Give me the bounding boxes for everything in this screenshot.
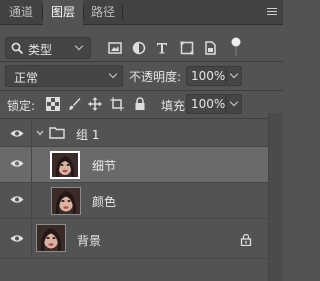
- layer-thumbnail: [51, 187, 81, 215]
- layers-scrollbar[interactable]: [268, 113, 283, 281]
- lock-icon[interactable]: [240, 233, 252, 246]
- lock-image-icon[interactable]: [67, 97, 81, 111]
- filter-toggle-icon[interactable]: [230, 36, 242, 58]
- filter-kind-select[interactable]: 类型: [5, 37, 91, 59]
- layer-name: 背景: [77, 234, 102, 248]
- search-icon: [11, 42, 24, 55]
- panel-tab-bar: 通道 图层 路径: [0, 0, 283, 26]
- lock-label: 锁定:: [7, 99, 36, 113]
- fill-input[interactable]: 100%: [186, 94, 226, 114]
- fill-dropdown[interactable]: [226, 94, 242, 114]
- chevron-down-icon: [229, 97, 239, 107]
- eye-icon[interactable]: [10, 195, 24, 204]
- smart-object-filter-icon[interactable]: [202, 40, 218, 56]
- chevron-down-icon[interactable]: [36, 129, 44, 137]
- eye-icon[interactable]: [10, 129, 24, 138]
- layer-name: 组 1: [76, 128, 100, 142]
- opacity-label: 不透明度:: [129, 70, 182, 84]
- divider: [0, 61, 283, 62]
- layer-name: 细节: [92, 159, 117, 173]
- fill-value: 100%: [191, 97, 226, 111]
- lock-artboard-icon[interactable]: [110, 97, 124, 111]
- eye-icon[interactable]: [10, 234, 24, 243]
- layer-name: 颜色: [92, 195, 117, 209]
- chevron-down-icon: [74, 41, 84, 51]
- panel-menu-icon[interactable]: [267, 8, 277, 17]
- tab-channels[interactable]: 通道: [0, 0, 42, 25]
- layer-row-color[interactable]: 颜色: [0, 183, 268, 219]
- opacity-dropdown[interactable]: [226, 66, 242, 86]
- filter-kind-label: 类型: [28, 43, 53, 57]
- layer-thumbnail: [50, 151, 80, 179]
- lock-all-icon[interactable]: [133, 97, 147, 111]
- tab-paths[interactable]: 路径: [84, 0, 122, 25]
- folder-icon: [49, 127, 65, 139]
- tab-layers[interactable]: 图层: [43, 0, 83, 26]
- opacity-value: 100%: [191, 69, 226, 83]
- layer-thumbnail: [36, 224, 66, 252]
- blend-mode-label: 正常: [14, 71, 39, 85]
- layer-row-background[interactable]: 背景: [0, 219, 268, 259]
- lock-position-icon[interactable]: [88, 97, 102, 111]
- layers-panel: 通道 图层 路径 类型 正常 不透明度: 100% 锁定: 填充: 100% 组…: [0, 0, 283, 281]
- layer-row-group[interactable]: 组 1: [0, 119, 268, 147]
- layer-row-detail[interactable]: 细节: [0, 147, 268, 183]
- opacity-input[interactable]: 100%: [186, 66, 226, 86]
- shape-filter-icon[interactable]: [179, 40, 195, 56]
- tab-divider: [122, 5, 123, 20]
- chevron-down-icon: [229, 69, 239, 79]
- divider: [0, 90, 283, 91]
- adjustment-filter-icon[interactable]: [131, 40, 147, 56]
- lock-transparent-icon[interactable]: [46, 97, 60, 111]
- eye-icon[interactable]: [10, 159, 24, 168]
- chevron-down-icon: [108, 69, 118, 79]
- type-filter-icon[interactable]: [154, 40, 170, 56]
- fill-label: 填充:: [161, 99, 190, 113]
- blend-mode-select[interactable]: 正常: [5, 65, 123, 87]
- image-filter-icon[interactable]: [107, 40, 123, 56]
